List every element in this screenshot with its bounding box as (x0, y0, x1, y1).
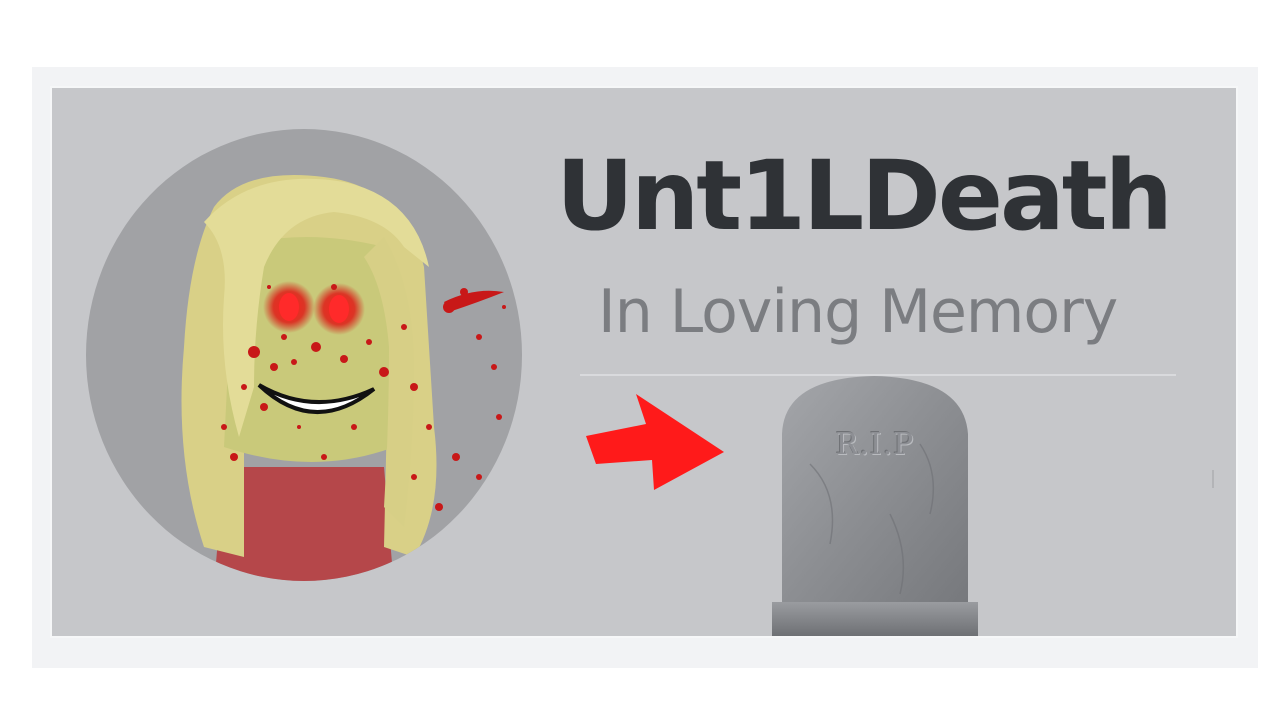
tombstone-icon (772, 376, 978, 636)
arrow (584, 392, 726, 492)
avatar-icon (86, 129, 522, 581)
avatar (84, 127, 524, 584)
memorial-subtitle: In Loving Memory (598, 277, 1118, 347)
tombstone (770, 374, 980, 636)
edge-mark (1212, 470, 1214, 488)
tombstone-inscription: R.I.P (835, 427, 915, 462)
username: Unt1LDeath (556, 140, 1173, 252)
arrow-right-icon (586, 394, 724, 490)
